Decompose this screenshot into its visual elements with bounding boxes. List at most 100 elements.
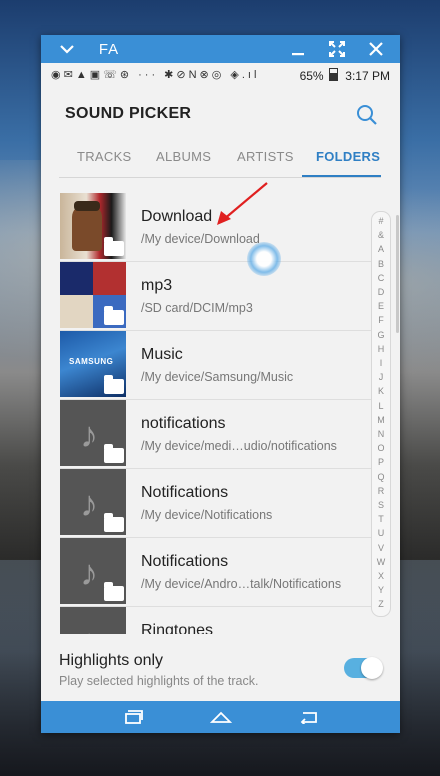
album-art-thumbnail	[60, 193, 126, 259]
folder-name: Ringtones	[141, 622, 214, 634]
music-thumbnail: ♪	[60, 538, 126, 604]
index-letter[interactable]: U	[372, 528, 390, 538]
index-letter[interactable]: L	[372, 401, 390, 411]
recent-apps-icon[interactable]	[113, 701, 153, 733]
index-letter[interactable]: C	[372, 273, 390, 283]
index-letter[interactable]: S	[372, 500, 390, 510]
touch-indicator	[247, 242, 281, 276]
art-q3	[60, 295, 93, 328]
battery-icon	[328, 68, 338, 81]
index-letter[interactable]: F	[372, 315, 390, 325]
list-item[interactable]: ♪ Notifications /My device/Notifications	[60, 469, 382, 538]
search-icon[interactable]	[356, 104, 378, 126]
folder-name: Music	[141, 346, 183, 363]
list-item[interactable]: SAMSUNG Music /My device/Samsung/Music	[60, 331, 382, 400]
art-q2	[93, 262, 126, 295]
folder-name: notifications	[141, 415, 226, 432]
nav-bar	[41, 701, 400, 733]
index-letter[interactable]: W	[372, 557, 390, 567]
tab-albums[interactable]: ALBUMS	[156, 149, 211, 164]
index-letter[interactable]: Z	[372, 599, 390, 609]
music-note-icon: ♪	[80, 621, 98, 634]
tab-artists[interactable]: ARTISTS	[237, 149, 294, 164]
index-letter[interactable]: X	[372, 571, 390, 581]
tab-active-indicator	[302, 175, 381, 177]
status-bar: ◉✉▲▣☏⊛ ··· ✱⊘N⊗◎ ◈.ıl 65% 3:17 PM	[41, 63, 400, 87]
close-icon[interactable]	[362, 35, 390, 63]
music-thumbnail: ♪	[60, 607, 126, 634]
highlights-toggle[interactable]	[344, 657, 383, 679]
index-letter[interactable]: T	[372, 514, 390, 524]
app-header: SOUND PICKER	[41, 87, 400, 135]
notification-icons: ◉✉▲▣☏⊛ ··· ✱⊘N⊗◎ ◈.ıl	[51, 69, 260, 81]
folder-icon	[104, 375, 124, 394]
index-letter[interactable]: M	[372, 415, 390, 425]
index-letter[interactable]: R	[372, 486, 390, 496]
folder-icon	[104, 444, 124, 463]
fa-label: FA	[98, 40, 120, 58]
index-letter[interactable]: G	[372, 330, 390, 340]
tab-folders[interactable]: FOLDERS	[316, 149, 380, 164]
highlights-subtitle: Play selected highlights of the track.	[59, 674, 259, 688]
index-letter[interactable]: &	[372, 230, 390, 240]
minimize-icon[interactable]	[284, 35, 312, 63]
back-icon[interactable]	[289, 701, 329, 733]
index-letter[interactable]: A	[372, 244, 390, 254]
scrollbar[interactable]	[396, 215, 399, 333]
toggle-knob	[361, 657, 383, 679]
home-icon[interactable]	[201, 701, 241, 733]
samsung-art-thumbnail: SAMSUNG	[60, 331, 126, 397]
tab-bar: TRACKS ALBUMS ARTISTS FOLDERS	[59, 139, 381, 178]
folder-path: /SD card/DCIM/mp3	[141, 301, 253, 315]
index-letter[interactable]: B	[372, 259, 390, 269]
fa-icon[interactable]: FA	[89, 35, 129, 63]
index-letter[interactable]: N	[372, 429, 390, 439]
music-thumbnail: ♪	[60, 400, 126, 466]
music-thumbnail: ♪	[60, 469, 126, 535]
list-item[interactable]: mp3 /SD card/DCIM/mp3	[60, 262, 382, 331]
tab-tracks[interactable]: TRACKS	[77, 149, 132, 164]
folder-icon	[104, 306, 124, 325]
folder-icon	[104, 237, 124, 256]
samsung-label: SAMSUNG	[69, 357, 114, 366]
folder-name: mp3	[141, 277, 173, 294]
folder-path: /My device/Download	[141, 232, 260, 246]
folder-list: Download /My device/Download mp3 /SD car…	[41, 193, 400, 634]
folder-name: Notifications	[141, 553, 229, 570]
index-letter[interactable]: Y	[372, 585, 390, 595]
folder-icon	[104, 513, 124, 532]
music-note-icon: ♪	[80, 414, 98, 455]
battery-level: 65%	[299, 69, 324, 83]
index-letter[interactable]: I	[372, 358, 390, 368]
folder-name: Notifications	[141, 484, 229, 501]
figure-art	[72, 205, 102, 251]
page-title: SOUND PICKER	[65, 105, 192, 122]
art-q1	[60, 262, 93, 295]
index-letter[interactable]: D	[372, 287, 390, 297]
expand-icon[interactable]	[323, 35, 351, 63]
chevron-down-icon[interactable]	[53, 35, 81, 63]
folder-path: /My device/Samsung/Music	[141, 370, 294, 384]
folder-path: /My device/medi…udio/notifications	[141, 439, 337, 453]
index-letter[interactable]: #	[372, 216, 390, 226]
highlights-title: Highlights only	[59, 652, 164, 669]
index-letter[interactable]: O	[372, 443, 390, 453]
index-letter[interactable]: E	[372, 301, 390, 311]
folder-path: /My device/Notifications	[141, 508, 273, 522]
index-letter[interactable]: H	[372, 344, 390, 354]
status-right: 65% 3:17 PM	[300, 68, 390, 83]
list-item[interactable]: ♪ notifications /My device/medi…udio/not…	[60, 400, 382, 469]
list-item[interactable]: ♪ Notifications /My device/Andro…talk/No…	[60, 538, 382, 607]
index-letter[interactable]: P	[372, 457, 390, 467]
folder-path: /My device/Andro…talk/Notifications	[141, 577, 342, 591]
index-letter[interactable]: K	[372, 386, 390, 396]
music-note-icon: ♪	[80, 483, 98, 524]
index-letter[interactable]: V	[372, 543, 390, 553]
alphabet-index[interactable]: # & A B C D E F G H I J K L M N O P Q R S T U V W X Y Z	[371, 211, 391, 617]
folder-name: Download	[141, 208, 213, 225]
index-letter[interactable]: Q	[372, 472, 390, 482]
folder-icon	[104, 582, 124, 601]
index-letter[interactable]: J	[372, 372, 390, 382]
window-titlebar: FA	[41, 35, 400, 63]
list-item[interactable]: ♪ Ringtones	[60, 607, 382, 634]
